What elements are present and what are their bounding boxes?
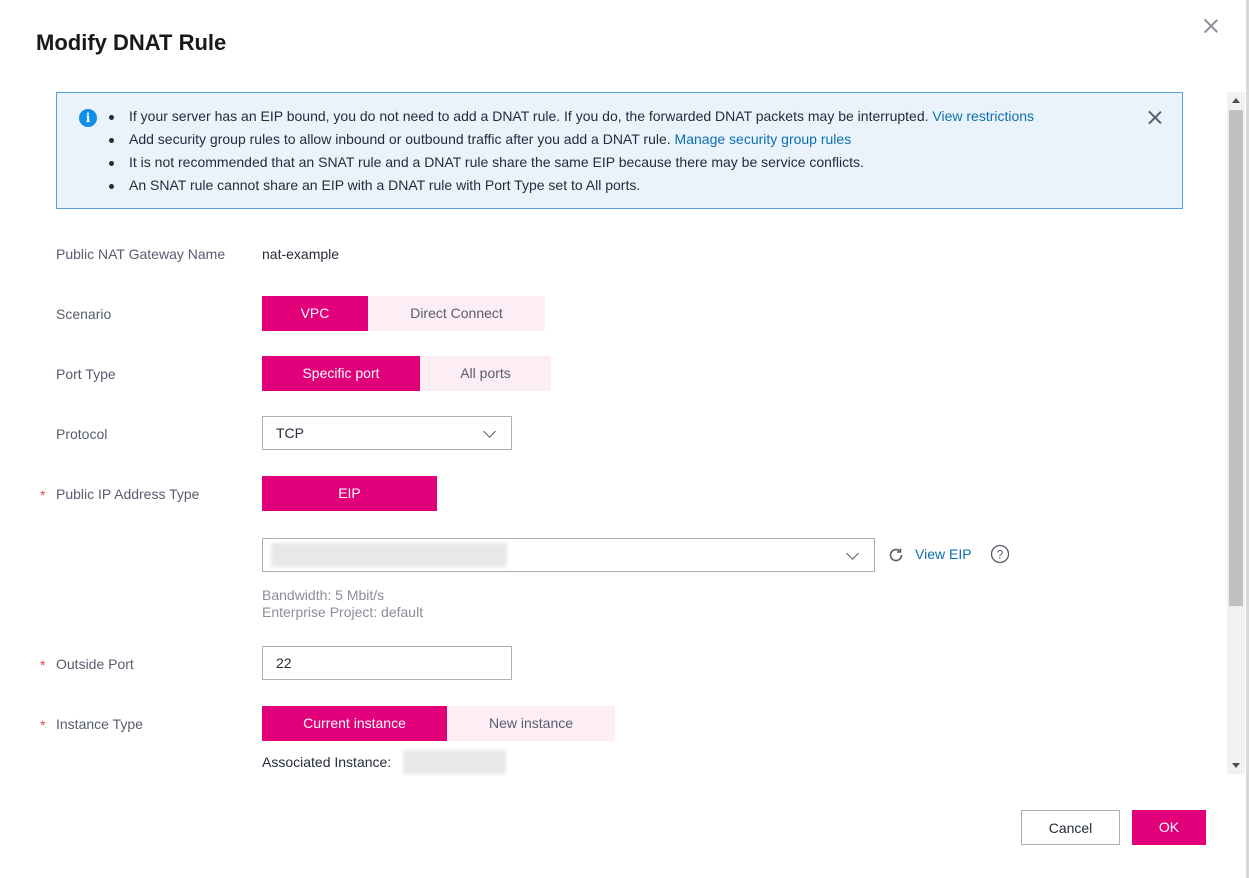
scrollbar-thumb[interactable] [1229, 110, 1243, 606]
refresh-icon[interactable] [886, 545, 906, 565]
eip-enterprise-project: Enterprise Project: default [262, 604, 424, 620]
view-restrictions-link[interactable]: View restrictions [932, 108, 1034, 124]
scenario-label: Scenario [56, 306, 112, 322]
outside-port-input[interactable]: 22 [262, 646, 512, 680]
chevron-down-icon [846, 547, 859, 560]
cancel-button[interactable]: Cancel [1021, 810, 1120, 845]
notice-item: An SNAT rule cannot share an EIP with a … [107, 174, 1034, 197]
outside-port-label: Outside Port [56, 656, 134, 672]
help-icon[interactable]: ? [990, 544, 1010, 564]
view-eip-link[interactable]: View EIP [915, 546, 972, 562]
eip-bandwidth: Bandwidth: 5 Mbit/s [262, 587, 385, 603]
gateway-name-value: nat-example [262, 246, 340, 262]
dialog-title: Modify DNAT Rule [36, 30, 227, 55]
protocol-label: Protocol [56, 426, 108, 442]
scenario-direct-connect-option[interactable]: Direct Connect [368, 296, 545, 331]
eip-select[interactable] [262, 538, 875, 572]
notice-item: Add security group rules to allow inboun… [107, 128, 1034, 151]
notice-list: If your server has an EIP bound, you do … [107, 105, 1034, 197]
notice-item: If your server has an EIP bound, you do … [107, 105, 1034, 128]
svg-text:?: ? [997, 548, 1004, 562]
chevron-down-icon [483, 425, 496, 438]
associated-instance-label: Associated Instance: [262, 754, 392, 770]
scroll-up-arrow-icon[interactable] [1227, 92, 1245, 108]
redacted-eip-value [271, 543, 507, 567]
scroll-down-arrow-icon[interactable] [1227, 758, 1245, 774]
instance-type-new-option[interactable]: New instance [447, 706, 615, 741]
port-type-all-option[interactable]: All ports [420, 356, 551, 391]
public-ip-type-label: Public IP Address Type [56, 486, 200, 502]
required-mark: * [40, 657, 46, 673]
port-type-label: Port Type [56, 366, 116, 382]
notice-item: It is not recommended that an SNAT rule … [107, 151, 1034, 174]
gateway-name-label: Public NAT Gateway Name [56, 246, 226, 262]
port-type-specific-option[interactable]: Specific port [262, 356, 420, 391]
protocol-value: TCP [276, 425, 304, 441]
close-icon[interactable] [1201, 16, 1221, 36]
info-icon: i [79, 109, 97, 127]
ok-button[interactable]: OK [1132, 810, 1206, 845]
redacted-instance-value [403, 750, 506, 774]
outside-port-value: 22 [276, 655, 292, 671]
scenario-vpc-option[interactable]: VPC [262, 296, 368, 331]
scrollbar[interactable] [1227, 92, 1245, 774]
info-notice: i If your server has an EIP bound, you d… [56, 92, 1183, 209]
instance-type-label: Instance Type [56, 716, 143, 732]
required-mark: * [40, 487, 46, 503]
instance-type-current-option[interactable]: Current instance [262, 706, 447, 741]
notice-close-icon[interactable] [1146, 109, 1164, 127]
public-ip-type-eip-option[interactable]: EIP [262, 476, 437, 511]
required-mark: * [40, 717, 46, 733]
protocol-select[interactable]: TCP [262, 416, 512, 450]
manage-security-group-rules-link[interactable]: Manage security group rules [675, 131, 852, 147]
